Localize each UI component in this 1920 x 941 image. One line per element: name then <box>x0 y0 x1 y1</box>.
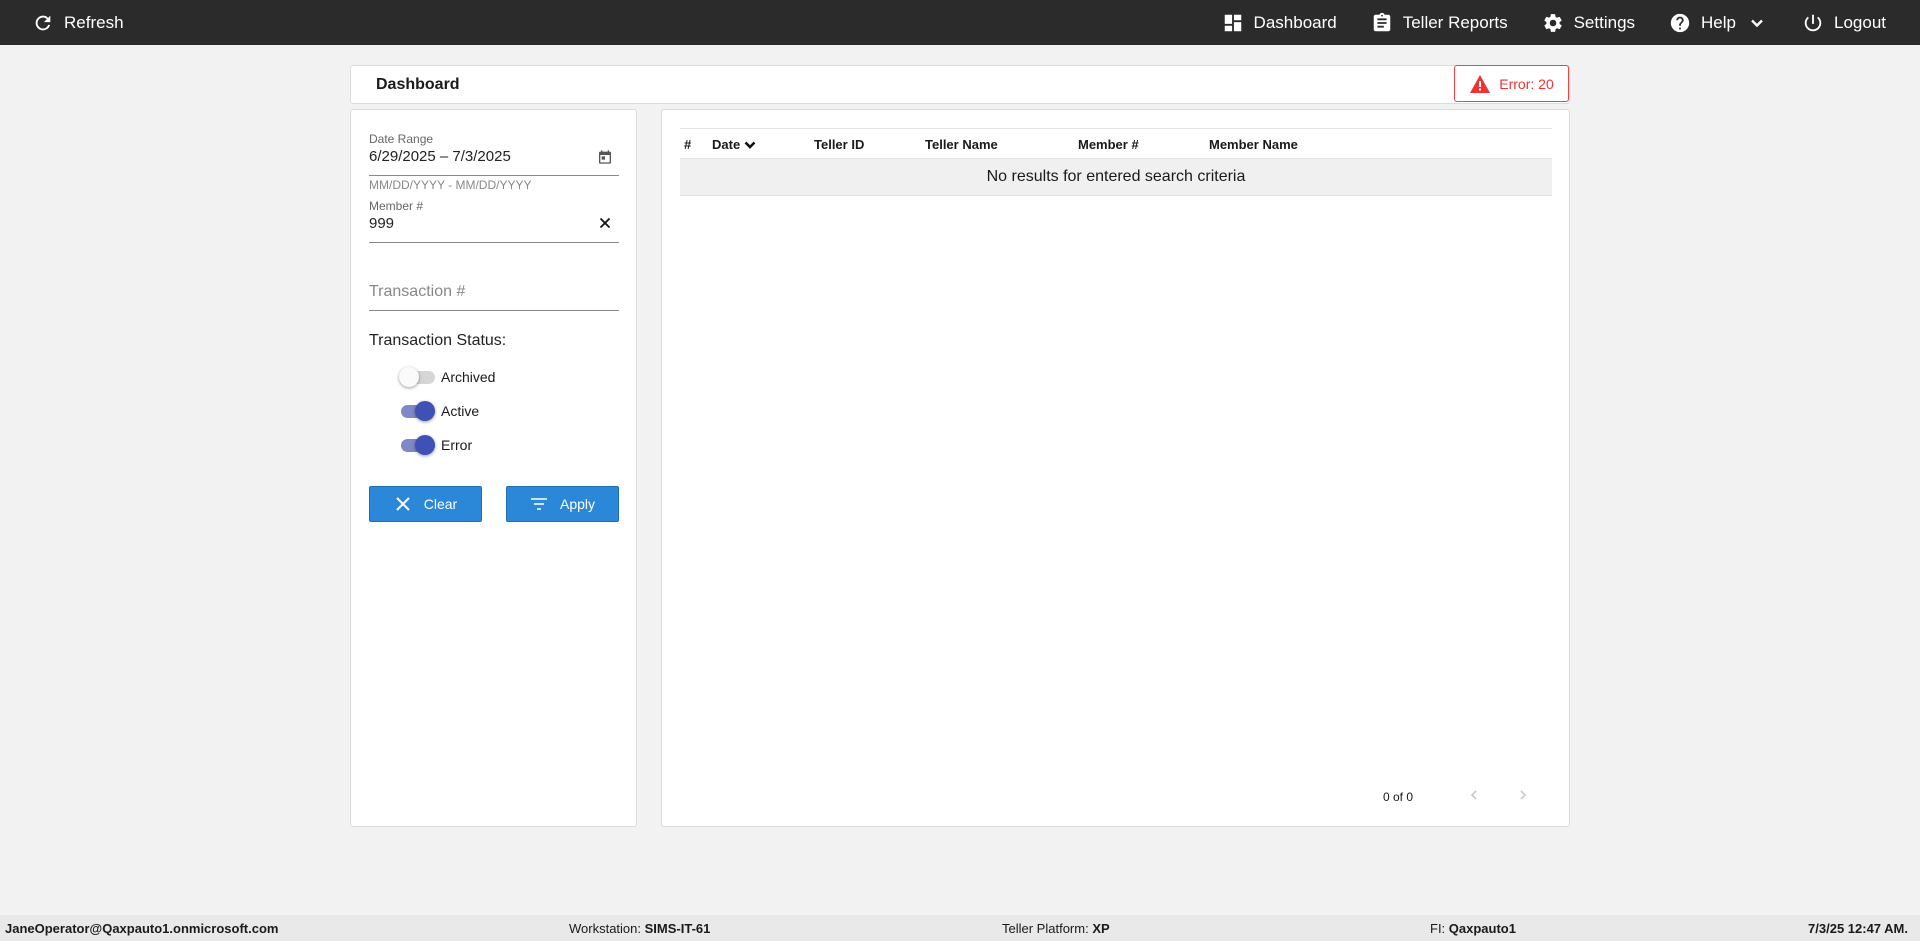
transaction-number-placeholder[interactable]: Transaction # <box>369 283 619 301</box>
clear-button-label: Clear <box>423 496 458 512</box>
table-header: # Date Teller ID Teller Name Member # Me… <box>680 128 1552 159</box>
footer-datetime-value: 7/3/25 12:47 AM. <box>1808 921 1908 936</box>
column-member-name[interactable]: Member Name <box>1209 137 1298 152</box>
nav-settings-label: Settings <box>1573 12 1636 32</box>
column-member-name-label: Member Name <box>1209 137 1298 152</box>
nav-teller-reports-label: Teller Reports <box>1402 12 1508 32</box>
nav-settings[interactable]: Settings <box>1542 12 1635 34</box>
pagination-count: 0 of 0 <box>1383 790 1414 804</box>
footer-workstation: Workstation: SIMS-IT-61 <box>569 921 710 936</box>
top-navbar: Refresh Dashboard Teller Reports Setting… <box>0 0 1920 45</box>
clipboard-icon <box>1371 12 1393 34</box>
page-header-card: Dashboard Error: 20 <box>350 65 1570 104</box>
gear-icon <box>1542 12 1564 34</box>
footer-workstation-value: SIMS-IT-61 <box>644 921 711 936</box>
date-range-label: Date Range <box>369 132 434 146</box>
power-icon <box>1802 12 1824 34</box>
transaction-status-title: Transaction Status: <box>369 332 507 349</box>
member-number-underline <box>369 242 619 243</box>
transaction-number-underline <box>369 310 619 311</box>
column-teller-name[interactable]: Teller Name <box>925 137 998 152</box>
clear-button[interactable]: Clear <box>369 486 482 522</box>
next-page-icon[interactable] <box>1517 788 1533 804</box>
column-number[interactable]: # <box>684 137 691 152</box>
member-number-value[interactable]: 999 <box>369 215 619 232</box>
active-label: Active <box>441 403 480 419</box>
nav-logout[interactable]: Logout <box>1802 12 1886 34</box>
error-count-badge[interactable]: Error: 20 <box>1454 65 1569 102</box>
filter-icon <box>530 498 547 510</box>
column-date-label: Date <box>712 137 741 152</box>
nav-dashboard[interactable]: Dashboard <box>1222 12 1337 34</box>
page-title: Dashboard <box>376 76 460 93</box>
filter-panel: Date Range 6/29/2025 – 7/3/2025 MM/DD/YY… <box>350 109 637 827</box>
empty-results-message: No results for entered search criteria <box>680 159 1552 196</box>
nav-dashboard-label: Dashboard <box>1253 12 1337 32</box>
column-number-label: # <box>684 137 692 152</box>
column-member-number[interactable]: Member # <box>1078 137 1139 152</box>
close-icon <box>396 497 410 511</box>
refresh-label: Refresh <box>64 12 124 32</box>
dashboard-icon <box>1222 12 1244 34</box>
footer-datetime: 7/3/25 12:47 AM. <box>1808 921 1908 936</box>
nav-logout-label: Logout <box>1834 12 1886 32</box>
sort-down-icon <box>744 141 756 149</box>
apply-button[interactable]: Apply <box>506 486 619 522</box>
date-range-field[interactable]: Date Range 6/29/2025 – 7/3/2025 <box>369 132 619 176</box>
apply-button-label: Apply <box>559 496 596 512</box>
refresh-icon <box>32 12 54 34</box>
footer-platform-label: Teller Platform: <box>1002 921 1089 936</box>
column-date[interactable]: Date <box>712 137 757 152</box>
archived-switch[interactable] <box>399 366 435 388</box>
transaction-number-field[interactable]: Transaction # <box>369 283 619 311</box>
footer-fi: FI: Qaxpauto1 <box>1430 921 1516 936</box>
prev-page-icon[interactable] <box>1468 788 1484 804</box>
clear-member-icon[interactable] <box>597 215 613 236</box>
nav-help[interactable]: Help <box>1669 12 1768 34</box>
footer-workstation-label: Workstation: <box>569 921 642 936</box>
nav-teller-reports[interactable]: Teller Reports <box>1371 12 1508 34</box>
date-range-value[interactable]: 6/29/2025 – 7/3/2025 <box>369 148 619 165</box>
refresh-button[interactable]: Refresh <box>32 0 124 45</box>
status-footer: JaneOperator@Qaxpauto1.onmicrosoft.com W… <box>0 915 1920 941</box>
footer-platform-value: XP <box>1092 921 1110 936</box>
footer-user: JaneOperator@Qaxpauto1.onmicrosoft.com <box>5 921 278 936</box>
member-number-field[interactable]: Member # 999 <box>369 199 619 243</box>
error-count-label: Error: 20 <box>1499 75 1554 92</box>
status-toggle-active[interactable]: Active <box>399 400 479 422</box>
help-icon <box>1669 12 1691 34</box>
column-teller-id-label: Teller ID <box>814 137 865 152</box>
footer-fi-value: Qaxpauto1 <box>1448 921 1516 936</box>
results-panel: # Date Teller ID Teller Name Member # Me… <box>661 109 1570 827</box>
status-toggle-error[interactable]: Error <box>399 434 472 456</box>
chevron-down-icon[interactable] <box>1746 12 1768 34</box>
calendar-icon[interactable] <box>597 149 613 170</box>
status-toggle-archived[interactable]: Archived <box>399 366 495 388</box>
archived-label: Archived <box>441 369 496 385</box>
member-number-label: Member # <box>369 199 424 213</box>
nav-help-label: Help <box>1701 12 1736 32</box>
error-switch[interactable] <box>399 434 435 456</box>
error-label: Error <box>441 437 473 453</box>
footer-platform: Teller Platform: XP <box>1002 921 1110 936</box>
column-teller-name-label: Teller Name <box>925 137 998 152</box>
date-range-underline <box>369 175 619 176</box>
active-switch[interactable] <box>399 400 435 422</box>
footer-user-value: JaneOperator@Qaxpauto1.onmicrosoft.com <box>5 921 279 936</box>
date-range-hint: MM/DD/YYYY - MM/DD/YYYY <box>369 178 532 192</box>
warning-icon <box>1470 74 1491 93</box>
column-teller-id[interactable]: Teller ID <box>814 137 864 152</box>
column-member-number-label: Member # <box>1078 137 1139 152</box>
footer-fi-label: FI: <box>1430 921 1446 936</box>
